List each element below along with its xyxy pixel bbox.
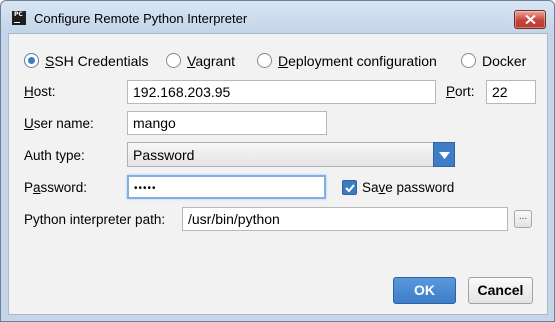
username-label: User name: — [24, 116, 94, 131]
interpreter-path-input[interactable]: /usr/bin/python — [182, 207, 508, 231]
port-input[interactable]: 22 — [486, 80, 536, 104]
title-bar[interactable]: PC Configure Remote Python Interpreter — [1, 1, 554, 33]
window-title: Configure Remote Python Interpreter — [34, 11, 248, 26]
cancel-button[interactable]: Cancel — [468, 277, 533, 304]
authtype-select[interactable]: Password — [127, 142, 455, 167]
host-label: Host: — [24, 84, 56, 99]
save-password-label[interactable]: Save password — [362, 180, 454, 195]
browse-button[interactable]: ... — [514, 210, 532, 228]
interpreter-path-label: Python interpreter path: — [24, 212, 166, 227]
pycharm-app-icon: PC — [12, 11, 26, 25]
port-label: Port: — [446, 84, 475, 99]
radio-button-checked[interactable] — [24, 53, 39, 68]
checkmark-icon — [345, 184, 355, 193]
radio-label-ssh: SSH Credentials — [45, 53, 149, 69]
save-password-checkbox[interactable] — [342, 180, 357, 195]
authtype-label: Auth type: — [24, 148, 85, 163]
chevron-down-icon — [439, 152, 450, 159]
radio-label-deployment: Deployment configuration — [278, 53, 437, 69]
radio-ssh-credentials[interactable]: SSH Credentials — [24, 52, 154, 70]
host-input[interactable]: 192.168.203.95 — [127, 80, 436, 104]
radio-vagrant[interactable]: Vagrant — [166, 52, 246, 70]
close-button[interactable] — [514, 10, 546, 29]
radio-deployment-configuration[interactable]: Deployment configuration — [257, 52, 447, 70]
radio-button[interactable] — [166, 53, 181, 68]
radio-label-docker: Docker — [482, 53, 527, 69]
radio-label-vagrant: Vagrant — [187, 53, 236, 69]
dropdown-arrow[interactable] — [433, 142, 455, 167]
username-input[interactable]: mango — [127, 111, 327, 135]
ok-button[interactable]: OK — [393, 277, 456, 304]
authtype-value: Password — [133, 147, 195, 163]
close-icon — [525, 15, 536, 24]
radio-docker[interactable]: Docker — [461, 52, 536, 70]
password-input[interactable]: ••••• — [127, 175, 326, 199]
dialog-window: PC Configure Remote Python Interpreter S… — [0, 0, 555, 322]
radio-button[interactable] — [257, 53, 272, 68]
password-label: Password: — [24, 180, 88, 195]
radio-button[interactable] — [461, 53, 476, 68]
dialog-content: SSH Credentials Vagrant Deployment confi… — [8, 33, 548, 315]
